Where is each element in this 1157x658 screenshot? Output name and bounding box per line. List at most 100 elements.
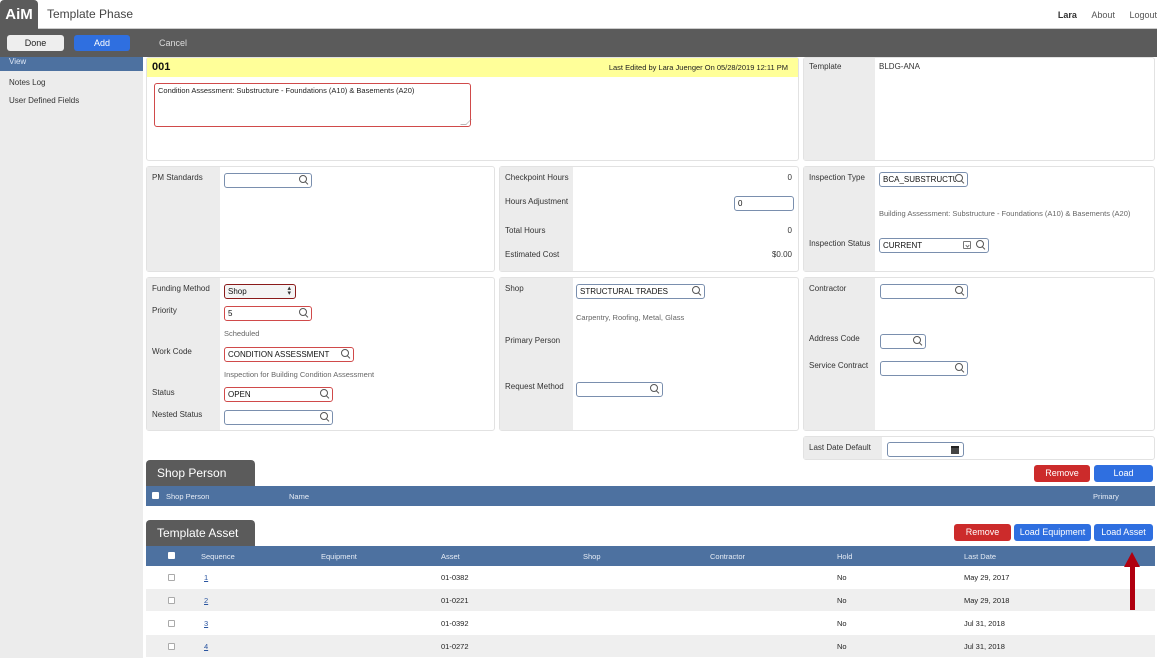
- sidebar: View Notes Log User Defined Fields: [0, 57, 143, 658]
- contractor-input[interactable]: [880, 284, 968, 299]
- annotation-arrow-head-icon: [1124, 552, 1140, 567]
- work-code-input[interactable]: CONDITION ASSESSMENT: [224, 347, 354, 362]
- select-all-checkbox[interactable]: [152, 492, 159, 499]
- logout-link[interactable]: Logout: [1129, 10, 1157, 20]
- row-checkbox[interactable]: [168, 574, 175, 581]
- resize-handle[interactable]: [460, 119, 472, 125]
- sequence-link[interactable]: 3: [204, 619, 208, 628]
- checkpoint-hours-value: 0: [787, 173, 792, 182]
- sequence-link[interactable]: 4: [204, 642, 208, 651]
- top-bar: AiM Template Phase Lara About Logout: [0, 0, 1157, 29]
- hold-cell: No: [837, 619, 847, 628]
- status-input[interactable]: OPEN: [224, 387, 333, 402]
- nested-status-input[interactable]: [224, 410, 333, 425]
- last-date-default-input[interactable]: [887, 442, 964, 457]
- hold-cell: No: [837, 573, 847, 582]
- request-method-label: Request Method: [505, 382, 564, 391]
- row-checkbox[interactable]: [168, 620, 175, 627]
- column-equipment[interactable]: Equipment: [321, 552, 357, 561]
- shop-panel: Shop STRUCTURAL TRADES Carpentry, Roofin…: [499, 277, 799, 431]
- column-contractor[interactable]: Contractor: [710, 552, 745, 561]
- column-sequence[interactable]: Sequence: [201, 552, 235, 561]
- description-textarea[interactable]: Condition Assessment: Substructure - Fou…: [154, 83, 472, 127]
- estimated-cost-label: Estimated Cost: [505, 250, 560, 259]
- search-icon[interactable]: [650, 384, 659, 393]
- search-icon[interactable]: [320, 412, 329, 421]
- add-button[interactable]: Add: [74, 35, 130, 51]
- sequence-link[interactable]: 2: [204, 596, 208, 605]
- header-panel: 001 Last Edited by Lara Juenger On 05/28…: [146, 57, 799, 161]
- user-link[interactable]: Lara: [1058, 10, 1077, 20]
- row-checkbox[interactable]: [168, 597, 175, 604]
- sidebar-item-notes-log[interactable]: Notes Log: [0, 75, 143, 93]
- nested-status-label: Nested Status: [152, 410, 203, 419]
- table-row: 2 01-0221 No May 29, 2018: [146, 589, 1155, 611]
- asset-cell: 01-0221: [441, 596, 469, 605]
- done-button[interactable]: Done: [7, 35, 64, 51]
- load-asset-button[interactable]: Load Asset: [1094, 524, 1153, 541]
- column-shop-person[interactable]: Shop Person: [166, 492, 209, 501]
- shop-input[interactable]: STRUCTURAL TRADES: [576, 284, 705, 299]
- calendar-icon[interactable]: [951, 446, 959, 454]
- record-header: 001 Last Edited by Lara Juenger On 05/28…: [147, 58, 798, 77]
- sidebar-item-view[interactable]: View: [0, 57, 143, 71]
- funding-method-select[interactable]: Shop ▴ ▾: [224, 284, 296, 299]
- table-row: 4 01-0272 No Jul 31, 2018: [146, 635, 1155, 657]
- search-icon[interactable]: [913, 336, 922, 345]
- load-equipment-button[interactable]: Load Equipment: [1014, 524, 1091, 541]
- total-hours-value: 0: [787, 226, 792, 235]
- hours-panel: Checkpoint Hours 0 Hours Adjustment 0 To…: [499, 166, 799, 272]
- search-icon[interactable]: [955, 286, 964, 295]
- inspection-type-input[interactable]: BCA_SUBSTRUCTURE: [879, 172, 968, 187]
- template-asset-remove-button[interactable]: Remove: [954, 524, 1011, 541]
- pm-standards-label: PM Standards: [152, 173, 203, 182]
- priority-input[interactable]: 5: [224, 306, 312, 321]
- status-label: Status: [152, 388, 175, 397]
- sidebar-item-user-defined-fields[interactable]: User Defined Fields: [0, 93, 143, 111]
- shop-person-remove-button[interactable]: Remove: [1034, 465, 1090, 482]
- asset-cell: 01-0392: [441, 619, 469, 628]
- shop-label: Shop: [505, 284, 524, 293]
- column-primary[interactable]: Primary: [1093, 492, 1119, 501]
- last-date-panel: Last Date Default: [803, 436, 1155, 460]
- work-code-label: Work Code: [152, 347, 192, 356]
- search-icon[interactable]: [320, 389, 329, 398]
- select-all-checkbox[interactable]: [168, 552, 175, 559]
- column-shop[interactable]: Shop: [583, 552, 601, 561]
- hours-adjustment-input[interactable]: 0: [734, 196, 794, 211]
- inspection-panel: Inspection Type BCA_SUBSTRUCTURE Buildin…: [803, 166, 1155, 272]
- work-code-description: Inspection for Building Condition Assess…: [224, 370, 375, 379]
- dropdown-icon[interactable]: [963, 241, 971, 249]
- table-row: 3 01-0392 No Jul 31, 2018: [146, 612, 1155, 634]
- about-link[interactable]: About: [1091, 10, 1115, 20]
- total-hours-label: Total Hours: [505, 226, 546, 235]
- shop-person-load-button[interactable]: Load: [1094, 465, 1153, 482]
- cancel-button[interactable]: Cancel: [145, 35, 201, 51]
- inspection-status-input[interactable]: CURRENT: [879, 238, 989, 253]
- search-icon[interactable]: [955, 174, 964, 183]
- asset-cell: 01-0272: [441, 642, 469, 651]
- search-icon[interactable]: [955, 363, 964, 372]
- row-checkbox[interactable]: [168, 643, 175, 650]
- request-method-input[interactable]: [576, 382, 663, 397]
- search-icon[interactable]: [341, 349, 350, 358]
- work-panel: Funding Method Shop ▴ ▾ Priority 5 Schedul…: [146, 277, 495, 431]
- estimated-cost-value: $0.00: [771, 250, 792, 259]
- sequence-link[interactable]: 1: [204, 573, 208, 582]
- address-code-input[interactable]: [880, 334, 926, 349]
- search-icon[interactable]: [976, 240, 985, 249]
- column-hold[interactable]: Hold: [837, 552, 852, 561]
- service-contract-input[interactable]: [880, 361, 968, 376]
- search-icon[interactable]: [299, 308, 308, 317]
- contractor-label: Contractor: [809, 284, 847, 293]
- search-icon[interactable]: [299, 175, 308, 184]
- hours-adjustment-label: Hours Adjustment: [505, 197, 569, 206]
- pm-standards-input[interactable]: [224, 173, 312, 188]
- column-asset[interactable]: Asset: [441, 552, 460, 561]
- template-value: BLDG-ANA: [879, 62, 920, 71]
- column-last-date[interactable]: Last Date: [964, 552, 996, 561]
- search-icon[interactable]: [692, 286, 701, 295]
- column-name[interactable]: Name: [289, 492, 309, 501]
- inspection-type-description: Building Assessment: Substructure - Foun…: [879, 209, 1131, 218]
- address-code-label: Address Code: [809, 334, 860, 343]
